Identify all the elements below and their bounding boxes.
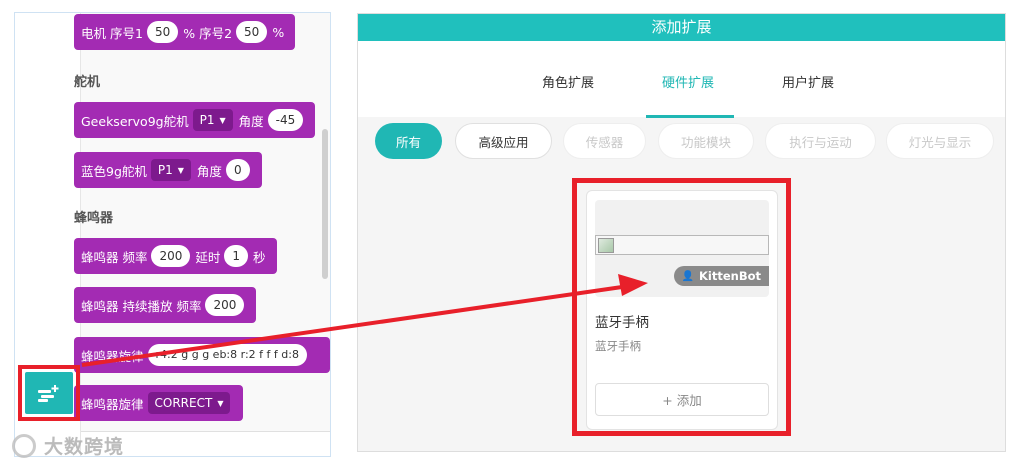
servo-category-label: 舵机 (74, 75, 101, 90)
buzzer-continuous-block[interactable]: 蜂鸣器 持续播放 频率 200 (74, 287, 257, 323)
motor-suffix: % (272, 24, 285, 40)
add-extension-icon (38, 385, 59, 402)
motor-block[interactable]: 电机 序号1 50 % 序号2 50 % (74, 14, 296, 50)
geekservo-label: Geekservo9g舵机 (81, 113, 189, 129)
filter-all[interactable]: 所有 (375, 123, 442, 159)
extension-button-highlight (18, 365, 80, 421)
geekservo-angle-input[interactable]: -45 (267, 109, 304, 131)
blue-servo-angle-label: 角度 (196, 163, 222, 179)
dialog-title: 添加扩展 (358, 14, 1005, 41)
buzzer-continuous-freq-input[interactable]: 200 (205, 294, 245, 316)
blue-servo-angle-input[interactable]: 0 (225, 159, 250, 181)
filter-actuators[interactable]: 执行与运动 (765, 123, 876, 159)
add-extension-button[interactable] (25, 372, 73, 414)
palette-scrollbar[interactable] (322, 129, 328, 279)
buzzer-melody2-dropdown[interactable]: CORRECT ▼ (147, 392, 231, 414)
watermark: 大数跨境 (12, 432, 124, 459)
buzzer-freq-input[interactable]: 200 (151, 245, 191, 267)
tabs-bar: 角色扩展 硬件扩展 用户扩展 (358, 41, 1005, 118)
buzzer-freq-label: 蜂鸣器 频率 (81, 249, 148, 265)
tab-user-extensions[interactable]: 用户扩展 (782, 72, 834, 91)
buzzer-continuous-label: 蜂鸣器 持续播放 频率 (81, 298, 202, 314)
motor-value2[interactable]: 50 (236, 21, 268, 43)
buzzer-melody2-block[interactable]: 蜂鸣器旋律 CORRECT ▼ (74, 385, 244, 421)
buzzer-delay-input[interactable]: 1 (224, 245, 249, 267)
chevron-down-icon: ▼ (217, 398, 224, 408)
blue-servo-port-dropdown[interactable]: P1 ▼ (150, 159, 191, 181)
buzzer-melody-block[interactable]: 蜂鸣器旋律 r4:2 g g g eb:8 r:2 f f f d:8 (74, 337, 330, 373)
filter-function-modules[interactable]: 功能模块 (658, 123, 754, 159)
motor-label1: 电机 序号1 (81, 25, 143, 41)
buzzer-melody-label: 蜂鸣器旋律 (81, 348, 144, 364)
buzzer-melody-notes-input[interactable]: r4:2 g g g eb:8 r:2 f f f d:8 (147, 344, 307, 366)
tab-sprite-extensions[interactable]: 角色扩展 (542, 72, 594, 91)
watermark-logo-icon (12, 433, 36, 458)
buzzer-melody2-label: 蜂鸣器旋律 (81, 396, 144, 412)
geekservo-port-dropdown[interactable]: P1 ▼ (192, 109, 233, 131)
buzzer-melody2-value: CORRECT (154, 396, 213, 410)
blue-servo-port-value: P1 (157, 163, 173, 177)
motor-value1[interactable]: 50 (146, 21, 179, 43)
filter-lights-display[interactable]: 灯光与显示 (886, 123, 994, 159)
active-tab-indicator (646, 115, 734, 118)
chevron-down-icon: ▼ (177, 165, 184, 175)
buzzer-category-label: 蜂鸣器 (74, 211, 114, 226)
card-highlight-box (572, 178, 791, 436)
motor-label2: % 序号2 (183, 25, 233, 41)
blue-servo-label: 蓝色9g舵机 (81, 163, 147, 179)
blue-servo-block[interactable]: 蓝色9g舵机 P1 ▼ 角度 0 (74, 152, 262, 188)
watermark-text: 大数跨境 (44, 436, 125, 458)
geekservo-block[interactable]: Geekservo9g舵机 P1 ▼ 角度 -45 (74, 102, 316, 138)
buzzer-delay-label: 延时 (195, 249, 221, 265)
filter-sensors[interactable]: 传感器 (563, 123, 646, 159)
buzzer-freq-block[interactable]: 蜂鸣器 频率 200 延时 1 秒 (74, 238, 277, 274)
geekservo-angle-label: 角度 (238, 113, 264, 129)
add-extension-dialog: 添加扩展 角色扩展 硬件扩展 用户扩展 所有 高级应用 传感器 功能模块 执行与… (357, 13, 1006, 452)
geekservo-port-value: P1 (199, 113, 215, 127)
tab-hardware-extensions[interactable]: 硬件扩展 (662, 72, 714, 91)
buzzer-unit-label: 秒 (253, 249, 266, 265)
filter-advanced[interactable]: 高级应用 (455, 123, 552, 159)
chevron-down-icon: ▼ (219, 115, 226, 125)
